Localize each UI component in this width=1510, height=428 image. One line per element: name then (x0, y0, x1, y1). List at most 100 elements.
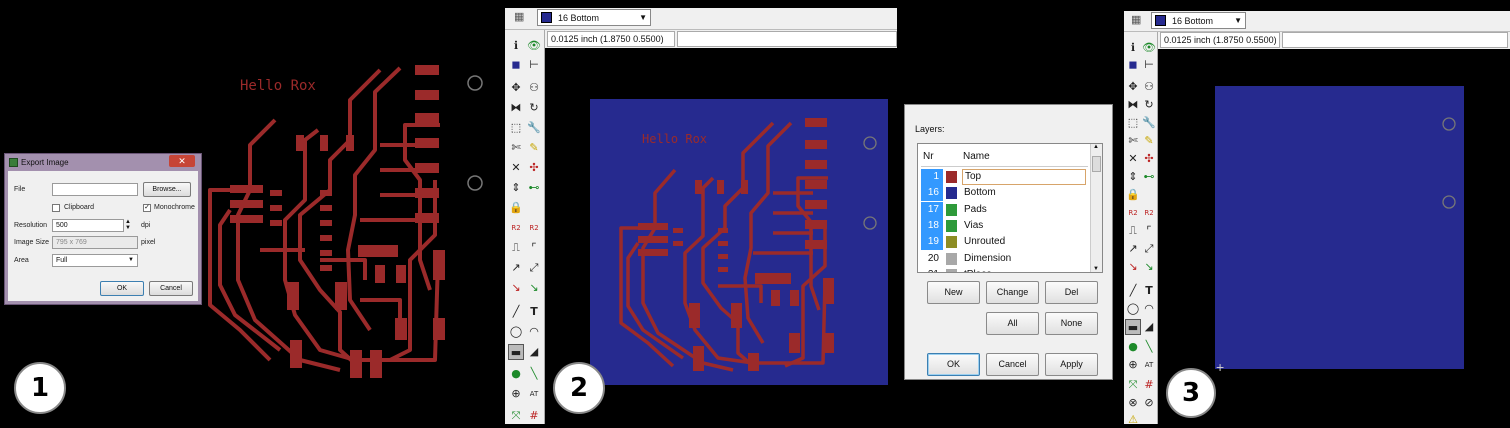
move-icon[interactable]: ✥ (508, 80, 524, 96)
cut-icon[interactable]: ✕ (1125, 151, 1141, 167)
col-nr-header[interactable]: Nr (923, 151, 934, 162)
none-layers-button[interactable]: None (1045, 312, 1098, 335)
monochrome-checkbox[interactable]: ✓ (143, 204, 151, 212)
circle-icon[interactable]: ◯ (508, 324, 524, 340)
delete-icon[interactable]: ✎ (526, 140, 542, 156)
ripup-icon[interactable]: ↘ (508, 280, 524, 296)
cut-icon[interactable]: ✕ (508, 160, 524, 176)
layer-select-3[interactable]: 16 Bottom ▼ (1151, 12, 1246, 29)
scroll-down-icon[interactable]: ▼ (1093, 266, 1099, 272)
wire-icon[interactable]: ╱ (1125, 283, 1141, 299)
rotate-icon[interactable]: ↻ (526, 100, 542, 116)
ratsnest-icon[interactable]: ⤧ (508, 408, 524, 424)
lock-icon[interactable]: ⊷ (1141, 169, 1157, 185)
arc-icon[interactable]: ◠ (526, 324, 542, 340)
add-icon[interactable]: ✣ (1141, 151, 1157, 167)
new-layer-button[interactable]: New (927, 281, 980, 304)
show-icon[interactable]: 👁 (526, 38, 542, 54)
erc-icon[interactable]: ⊘ (1141, 395, 1157, 411)
via-icon[interactable]: ● (1125, 339, 1141, 355)
drc-icon[interactable]: ⊗ (1125, 395, 1141, 411)
signal-icon[interactable]: ╲ (526, 366, 542, 382)
replace-icon[interactable]: ⇕ (508, 180, 524, 196)
mirror-icon[interactable]: ⧓ (508, 100, 524, 116)
text-icon[interactable]: T (1141, 283, 1157, 299)
ratsnest-icon[interactable]: ⤧ (1125, 377, 1141, 393)
group-icon[interactable]: ⬚ (508, 120, 524, 136)
autorouter-icon[interactable]: ↘ (1141, 259, 1157, 275)
smash-icon[interactable]: 🔒 (1125, 187, 1141, 203)
ripup-icon[interactable]: ↘ (1125, 259, 1141, 275)
show-icon[interactable]: 👁 (1141, 40, 1157, 56)
layer-row[interactable]: 17 Pads (921, 201, 1088, 218)
autorouter-icon[interactable]: ↘ (526, 280, 542, 296)
polygon-icon[interactable]: ◢ (526, 344, 542, 360)
name-icon[interactable]: R2 (1125, 205, 1141, 221)
signal-icon[interactable]: ╲ (1141, 339, 1157, 355)
attribute-icon[interactable]: AT (1141, 357, 1157, 373)
layer-row[interactable]: 19 Unrouted (921, 234, 1088, 251)
value-icon[interactable]: R2 (1141, 205, 1157, 221)
layers-ok-button[interactable]: OK (927, 353, 980, 376)
hole-icon[interactable]: ⊕ (1125, 357, 1141, 373)
change-layer-button[interactable]: Change (986, 281, 1039, 304)
delete-layer-button[interactable]: Del (1045, 281, 1098, 304)
move-icon[interactable]: ✥ (1125, 79, 1141, 95)
wire-icon[interactable]: ╱ (508, 304, 524, 320)
auto-icon[interactable]: # (1141, 377, 1157, 393)
lock-icon[interactable]: ⊷ (526, 180, 542, 196)
miter-icon[interactable]: ⌜ (526, 240, 542, 256)
info-icon[interactable]: ℹ (508, 38, 524, 54)
paste-icon[interactable]: ✄ (1125, 133, 1141, 149)
board-canvas-3[interactable] (1215, 86, 1464, 369)
area-select[interactable]: Full ▼ (52, 254, 138, 267)
mirror-icon[interactable]: ⧓ (1125, 97, 1141, 113)
delete-icon[interactable]: ✎ (1141, 133, 1157, 149)
smash-icon[interactable]: 🔒 (508, 200, 524, 216)
layers-scrollbar[interactable]: ▲ ▼ (1090, 144, 1102, 272)
change-icon[interactable]: 🔧 (1141, 115, 1157, 131)
auto-icon[interactable]: # (526, 408, 542, 424)
polygon-icon[interactable]: ◢ (1141, 319, 1157, 335)
layer-row[interactable]: 16 Bottom (921, 185, 1088, 202)
copy-icon[interactable]: ⚇ (526, 80, 542, 96)
grid-icon[interactable]: ▦ (514, 11, 528, 25)
cancel-button[interactable]: Cancel (149, 281, 193, 296)
split-icon[interactable]: ⎍ (1125, 223, 1141, 239)
layer-row[interactable]: 21 tPlace (921, 267, 1088, 272)
file-input[interactable] (52, 183, 138, 196)
arc-icon[interactable]: ◠ (1141, 301, 1157, 317)
mark-icon[interactable]: ⊢ (526, 57, 542, 73)
attribute-icon[interactable]: AT (526, 386, 542, 402)
rectangle-icon[interactable]: ▬ (1125, 319, 1141, 335)
resolution-stepper[interactable]: ▲ ▼ (125, 219, 131, 231)
info-icon[interactable]: ℹ (1125, 40, 1141, 56)
rectangle-icon[interactable]: ▬ (508, 344, 524, 360)
layer-row[interactable]: 18 Vias (921, 217, 1088, 234)
layers-table[interactable]: Nr Name 1 Top 16 Bottom 17 Pads 18 Vias 19 Unrout… (917, 143, 1103, 273)
browse-button[interactable]: Browse... (143, 182, 191, 197)
split-icon[interactable]: ⎍ (508, 240, 524, 256)
warning-icon[interactable]: ⚠ (1125, 412, 1141, 428)
col-name-header[interactable]: Name (963, 151, 990, 162)
clipboard-checkbox[interactable] (52, 204, 60, 212)
copy-icon[interactable]: ⚇ (1141, 79, 1157, 95)
layer-row[interactable]: 1 Top (921, 169, 1088, 185)
change-icon[interactable]: 🔧 (526, 120, 542, 136)
route-icon[interactable]: ⤢ (526, 260, 542, 276)
command-line-input-2[interactable] (677, 31, 897, 47)
all-layers-button[interactable]: All (986, 312, 1039, 335)
display-layers-icon[interactable]: ◼ (1125, 57, 1141, 73)
miter-icon[interactable]: ⌜ (1141, 223, 1157, 239)
via-icon[interactable]: ● (508, 366, 524, 382)
layers-cancel-button[interactable]: Cancel (986, 353, 1039, 376)
rotate-icon[interactable]: ↻ (1141, 97, 1157, 113)
close-button[interactable]: ✕ (169, 155, 195, 167)
name-icon[interactable]: R2 (508, 220, 524, 236)
replace-icon[interactable]: ⇕ (1125, 169, 1141, 185)
paste-icon[interactable]: ✄ (508, 140, 524, 156)
hole-icon[interactable]: ⊕ (508, 386, 524, 402)
scroll-up-icon[interactable]: ▲ (1093, 144, 1099, 150)
scroll-thumb[interactable] (1092, 156, 1101, 172)
ok-button[interactable]: OK (100, 281, 144, 296)
